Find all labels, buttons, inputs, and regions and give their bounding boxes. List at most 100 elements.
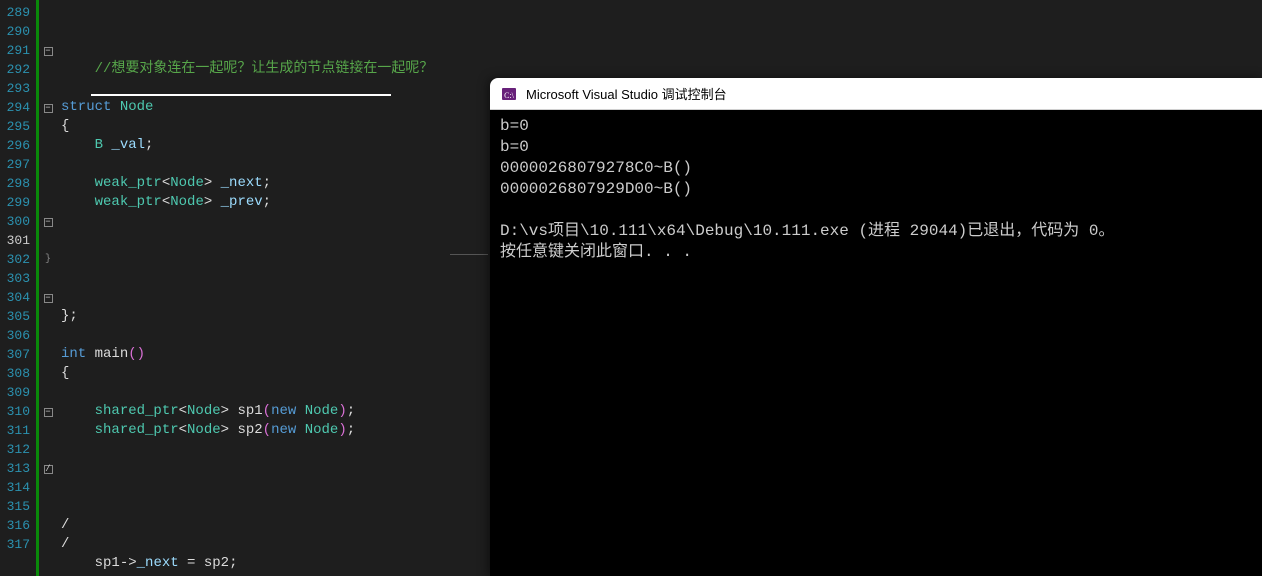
- line-number[interactable]: 291: [0, 41, 30, 60]
- line-number[interactable]: 298: [0, 174, 30, 193]
- fold-cell[interactable]: [39, 516, 57, 535]
- code-token: >: [221, 403, 229, 419]
- debug-console-window[interactable]: C:\ Microsoft Visual Studio 调试控制台 b=0 b=…: [490, 78, 1262, 576]
- line-number[interactable]: 303: [0, 269, 30, 288]
- line-number[interactable]: 301: [0, 231, 30, 250]
- code-token: Node: [187, 422, 221, 438]
- fold-collapse-icon[interactable]: −: [44, 218, 53, 227]
- fold-cell[interactable]: [39, 60, 57, 79]
- fold-cell[interactable]: [39, 535, 57, 554]
- code-token: _next: [137, 555, 179, 571]
- line-number[interactable]: 309: [0, 383, 30, 402]
- line-number[interactable]: 315: [0, 497, 30, 516]
- code-token: Node: [305, 403, 339, 419]
- line-number[interactable]: 297: [0, 155, 30, 174]
- console-titlebar[interactable]: C:\ Microsoft Visual Studio 调试控制台: [490, 78, 1262, 110]
- fold-cell[interactable]: −: [39, 402, 57, 421]
- fold-cell[interactable]: [39, 193, 57, 212]
- fold-cell[interactable]: /: [39, 459, 57, 478]
- fold-cell[interactable]: }: [39, 250, 57, 269]
- code-token: sp1: [237, 403, 262, 419]
- line-number[interactable]: 290: [0, 22, 30, 41]
- code-token: /: [61, 517, 69, 533]
- code-token: [86, 346, 94, 362]
- code-line[interactable]: //想要对象连在一起呢？让生成的节点链接在一起呢？: [57, 60, 1262, 79]
- line-number[interactable]: 313: [0, 459, 30, 478]
- fold-cell[interactable]: −: [39, 212, 57, 231]
- fold-cell[interactable]: [39, 345, 57, 364]
- fold-cell[interactable]: [39, 421, 57, 440]
- code-token: <: [179, 403, 187, 419]
- line-number[interactable]: 304: [0, 288, 30, 307]
- fold-cell[interactable]: [39, 22, 57, 41]
- code-token: sp2: [237, 422, 262, 438]
- line-number[interactable]: 305: [0, 307, 30, 326]
- code-token: ;: [145, 137, 153, 153]
- fold-cell[interactable]: [39, 326, 57, 345]
- line-number[interactable]: 310: [0, 402, 30, 421]
- fold-collapse-icon[interactable]: −: [44, 104, 53, 113]
- fold-cell[interactable]: [39, 383, 57, 402]
- fold-cell[interactable]: [39, 136, 57, 155]
- fold-cell[interactable]: [39, 307, 57, 326]
- fold-cell[interactable]: [39, 117, 57, 136]
- fold-collapse-icon[interactable]: −: [44, 47, 53, 56]
- line-number[interactable]: 293: [0, 79, 30, 98]
- code-token: ;: [347, 422, 355, 438]
- fold-cell[interactable]: −: [39, 288, 57, 307]
- fold-cell[interactable]: [39, 174, 57, 193]
- line-number[interactable]: 306: [0, 326, 30, 345]
- fold-cell[interactable]: [39, 79, 57, 98]
- console-output[interactable]: b=0 b=0 00000268079278C0~B() 00000268079…: [490, 110, 1262, 269]
- line-number[interactable]: 295: [0, 117, 30, 136]
- line-number[interactable]: 302: [0, 250, 30, 269]
- code-token: >: [221, 422, 229, 438]
- line-number[interactable]: 311: [0, 421, 30, 440]
- line-number[interactable]: 312: [0, 440, 30, 459]
- code-token: >: [204, 175, 212, 191]
- line-number[interactable]: 299: [0, 193, 30, 212]
- code-token: {: [61, 118, 69, 134]
- code-token: weak_ptr: [95, 194, 162, 210]
- line-number[interactable]: 317: [0, 535, 30, 554]
- line-number[interactable]: 316: [0, 516, 30, 535]
- code-token: B: [95, 137, 103, 153]
- line-number[interactable]: 307: [0, 345, 30, 364]
- fold-cell[interactable]: [39, 497, 57, 516]
- fold-cell[interactable]: −: [39, 41, 57, 60]
- code-token: (: [263, 422, 271, 438]
- fold-collapse-icon[interactable]: −: [44, 294, 53, 303]
- line-number[interactable]: 308: [0, 364, 30, 383]
- fold-cell[interactable]: [39, 478, 57, 497]
- fold-cell[interactable]: [39, 155, 57, 174]
- fold-cell[interactable]: −: [39, 98, 57, 117]
- line-number[interactable]: 294: [0, 98, 30, 117]
- line-number[interactable]: 314: [0, 478, 30, 497]
- code-token: [61, 194, 95, 210]
- line-number[interactable]: 292: [0, 60, 30, 79]
- code-token: _prev: [221, 194, 263, 210]
- line-number-gutter[interactable]: 2892902912922932942952962972982993003013…: [0, 0, 36, 576]
- fold-cell[interactable]: [39, 364, 57, 383]
- code-token: <: [179, 422, 187, 438]
- code-token: Node: [187, 403, 221, 419]
- line-number[interactable]: 289: [0, 3, 30, 22]
- code-token: ): [338, 422, 346, 438]
- code-token: weak_ptr: [95, 175, 162, 191]
- fold-region-icon[interactable]: /: [44, 465, 53, 474]
- code-token: [61, 422, 95, 438]
- code-token: ;: [69, 308, 77, 324]
- fold-cell[interactable]: [39, 231, 57, 250]
- fold-cell[interactable]: [39, 440, 57, 459]
- code-token: main: [95, 346, 129, 362]
- code-token: [61, 403, 95, 419]
- code-token: <: [162, 175, 170, 191]
- line-number[interactable]: 300: [0, 212, 30, 231]
- fold-cell[interactable]: [39, 3, 57, 22]
- code-token: [212, 194, 220, 210]
- fold-margin[interactable]: − − −} − − /: [39, 0, 57, 576]
- fold-cell[interactable]: [39, 269, 57, 288]
- code-token: [61, 175, 95, 191]
- line-number[interactable]: 296: [0, 136, 30, 155]
- fold-collapse-icon[interactable]: −: [44, 408, 53, 417]
